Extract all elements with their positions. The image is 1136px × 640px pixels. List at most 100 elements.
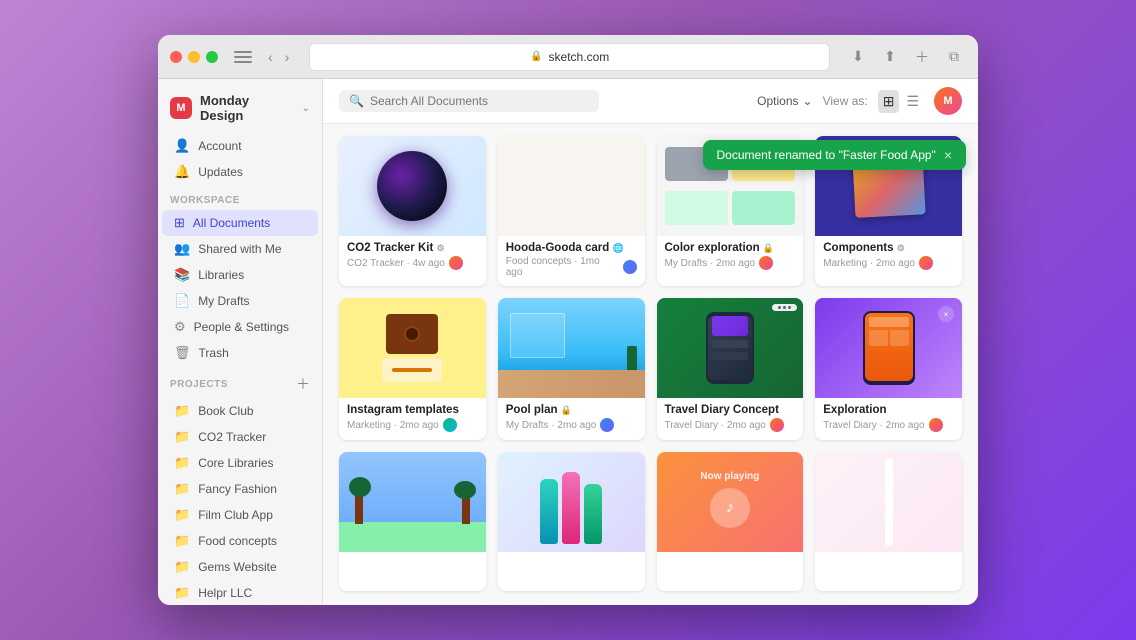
trash-icon: 🗑 <box>174 345 191 361</box>
doc-title <box>823 558 954 570</box>
options-chevron-icon: ⌄ <box>803 94 813 108</box>
doc-card-hooda-gooda[interactable]: Hooda-Gooda card 🌐 Food concepts · 1mo a… <box>498 136 645 286</box>
maximize-button[interactable] <box>206 51 218 63</box>
doc-thumbnail <box>498 136 645 236</box>
search-box[interactable]: 🔍 <box>339 90 599 112</box>
add-project-button[interactable]: ＋ <box>296 374 310 394</box>
workspace-header[interactable]: M Monday Design ⌄ <box>158 87 322 129</box>
doc-meta: Marketing · 2mo ago <box>347 418 478 432</box>
doc-meta <box>665 572 796 583</box>
doc-info: Pool plan 🔒 My Drafts · 2mo ago <box>498 398 645 440</box>
back-button[interactable]: ‹ <box>264 47 277 67</box>
download-button[interactable]: ⬇ <box>846 45 870 69</box>
doc-avatar <box>919 256 933 270</box>
doc-title <box>665 558 796 570</box>
doc-info <box>657 552 804 591</box>
project-label: Helpr LLC <box>198 586 252 600</box>
tabs-button[interactable]: ⧉ <box>942 45 966 69</box>
projects-section-header: PROJECTS ＋ <box>158 366 322 398</box>
new-tab-button[interactable]: ＋ <box>910 45 934 69</box>
sidebar-item-account[interactable]: 👤 Account <box>162 133 318 159</box>
doc-meta <box>506 572 637 583</box>
updates-label: Updates <box>198 165 243 179</box>
sidebar-item-libraries[interactable]: 📚 Libraries <box>162 262 318 288</box>
doc-avatar <box>449 256 463 270</box>
browser-toolbar-actions: ⬇ ⬆ ＋ ⧉ <box>846 45 966 69</box>
browser-window: ‹ › 🔒 sketch.com ⬇ ⬆ ＋ ⧉ M Monday Design… <box>158 35 978 605</box>
doc-card-travel-diary[interactable]: Travel Diary Concept Travel Diary · 2mo … <box>657 298 804 440</box>
list-view-button[interactable]: ☰ <box>901 90 924 113</box>
doc-card-co2-tracker-kit[interactable]: CO2 Tracker Kit ⚙ CO2 Tracker · 4w ago <box>339 136 486 286</box>
doc-info: Instagram templates Marketing · 2mo ago <box>339 398 486 440</box>
doc-card-now-playing[interactable]: Now playing ♪ <box>657 452 804 591</box>
doc-project: Marketing · 2mo ago <box>823 258 915 269</box>
doc-card-pool-plan[interactable]: Pool plan 🔒 My Drafts · 2mo ago <box>498 298 645 440</box>
doc-meta <box>347 572 478 583</box>
doc-title: Hooda-Gooda card 🌐 <box>506 242 637 254</box>
avatar[interactable]: M <box>934 87 962 115</box>
search-input[interactable] <box>370 94 589 108</box>
options-label: Options <box>757 94 798 108</box>
sidebar-item-updates[interactable]: 🔔 Updates <box>162 159 318 185</box>
close-button[interactable] <box>170 51 182 63</box>
projects-section-label: PROJECTS <box>170 379 228 390</box>
grid-view-button[interactable]: ⊞ <box>878 90 900 113</box>
doc-info: CO2 Tracker Kit ⚙ CO2 Tracker · 4w ago <box>339 236 486 278</box>
main-content: M Monday Design ⌄ 👤 Account 🔔 Updates WO… <box>158 79 978 605</box>
doc-project: Travel Diary · 2mo ago <box>665 420 766 431</box>
doc-card-instagram[interactable]: Instagram templates Marketing · 2mo ago <box>339 298 486 440</box>
doc-title: Travel Diary Concept <box>665 404 796 416</box>
lock-icon: 🔒 <box>530 51 542 62</box>
workspace-section-label: WORKSPACE <box>158 185 322 210</box>
sidebar-item-gems[interactable]: 📁 Gems Website <box>162 554 318 580</box>
sidebar-item-my-drafts[interactable]: 📄 My Drafts <box>162 288 318 314</box>
doc-card-bottles[interactable] <box>498 452 645 591</box>
minimize-button[interactable] <box>188 51 200 63</box>
sidebar-item-book-club[interactable]: 📁 Book Club <box>162 398 318 424</box>
doc-info <box>339 552 486 591</box>
sidebar-item-people[interactable]: ⚙ People & Settings <box>162 314 318 340</box>
bell-icon: 🔔 <box>174 164 190 180</box>
address-bar[interactable]: 🔒 sketch.com <box>309 43 830 71</box>
sidebar-item-core-libraries[interactable]: 📁 Core Libraries <box>162 450 318 476</box>
content-toolbar: 🔍 Options ⌄ View as: ⊞ ☰ M <box>323 79 978 124</box>
search-icon: 🔍 <box>349 94 364 108</box>
sidebar-item-shared[interactable]: 👥 Shared with Me <box>162 236 318 262</box>
nav-buttons: ‹ › <box>264 47 293 67</box>
my-drafts-label: My Drafts <box>198 294 249 308</box>
documents-grid: CO2 Tracker Kit ⚙ CO2 Tracker · 4w ago <box>339 136 962 591</box>
doc-avatar <box>443 418 457 432</box>
folder-icon: 📁 <box>174 507 190 523</box>
doc-title: Color exploration 🔒 <box>665 242 796 254</box>
doc-card-pink-ui[interactable] <box>815 452 962 591</box>
doc-card-exploration[interactable]: × Exploration Travel Diary · 2mo ago <box>815 298 962 440</box>
doc-meta: Travel Diary · 2mo ago <box>823 418 954 432</box>
sidebar-item-all-documents[interactable]: ⊞ All Documents <box>162 210 318 236</box>
doc-project: My Drafts · 2mo ago <box>506 420 597 431</box>
doc-avatar <box>770 418 784 432</box>
share-button[interactable]: ⬆ <box>878 45 902 69</box>
doc-project: Food concepts · 1mo ago <box>506 256 619 278</box>
chevron-icon: ⌄ <box>302 103 310 114</box>
grid-icon: ⊞ <box>174 215 185 231</box>
sidebar-item-food-concepts[interactable]: 📁 Food concepts <box>162 528 318 554</box>
folder-icon: 📁 <box>174 585 190 601</box>
sidebar-item-film-club[interactable]: 📁 Film Club App <box>162 502 318 528</box>
sidebar-item-co2-tracker[interactable]: 📁 CO2 Tracker <box>162 424 318 450</box>
view-as-label: View as: <box>823 94 868 108</box>
doc-thumbnail <box>339 298 486 398</box>
sidebar-item-fancy-fashion[interactable]: 📁 Fancy Fashion <box>162 476 318 502</box>
sidebar-toggle-button[interactable] <box>234 50 252 64</box>
sidebar-item-trash[interactable]: 🗑 Trash <box>162 340 318 366</box>
project-label: Core Libraries <box>198 456 273 470</box>
toast-close-button[interactable]: × <box>944 148 952 162</box>
forward-button[interactable]: › <box>281 47 294 67</box>
app-icon: M <box>170 97 192 119</box>
doc-card-baobab[interactable] <box>339 452 486 591</box>
doc-info: Color exploration 🔒 My Drafts · 2mo ago <box>657 236 804 278</box>
sidebar: M Monday Design ⌄ 👤 Account 🔔 Updates WO… <box>158 79 323 605</box>
doc-title: Components ⚙ <box>823 242 954 254</box>
sidebar-item-helpr[interactable]: 📁 Helpr LLC <box>162 580 318 605</box>
options-button[interactable]: Options ⌄ <box>757 94 812 108</box>
doc-thumbnail <box>498 452 645 552</box>
